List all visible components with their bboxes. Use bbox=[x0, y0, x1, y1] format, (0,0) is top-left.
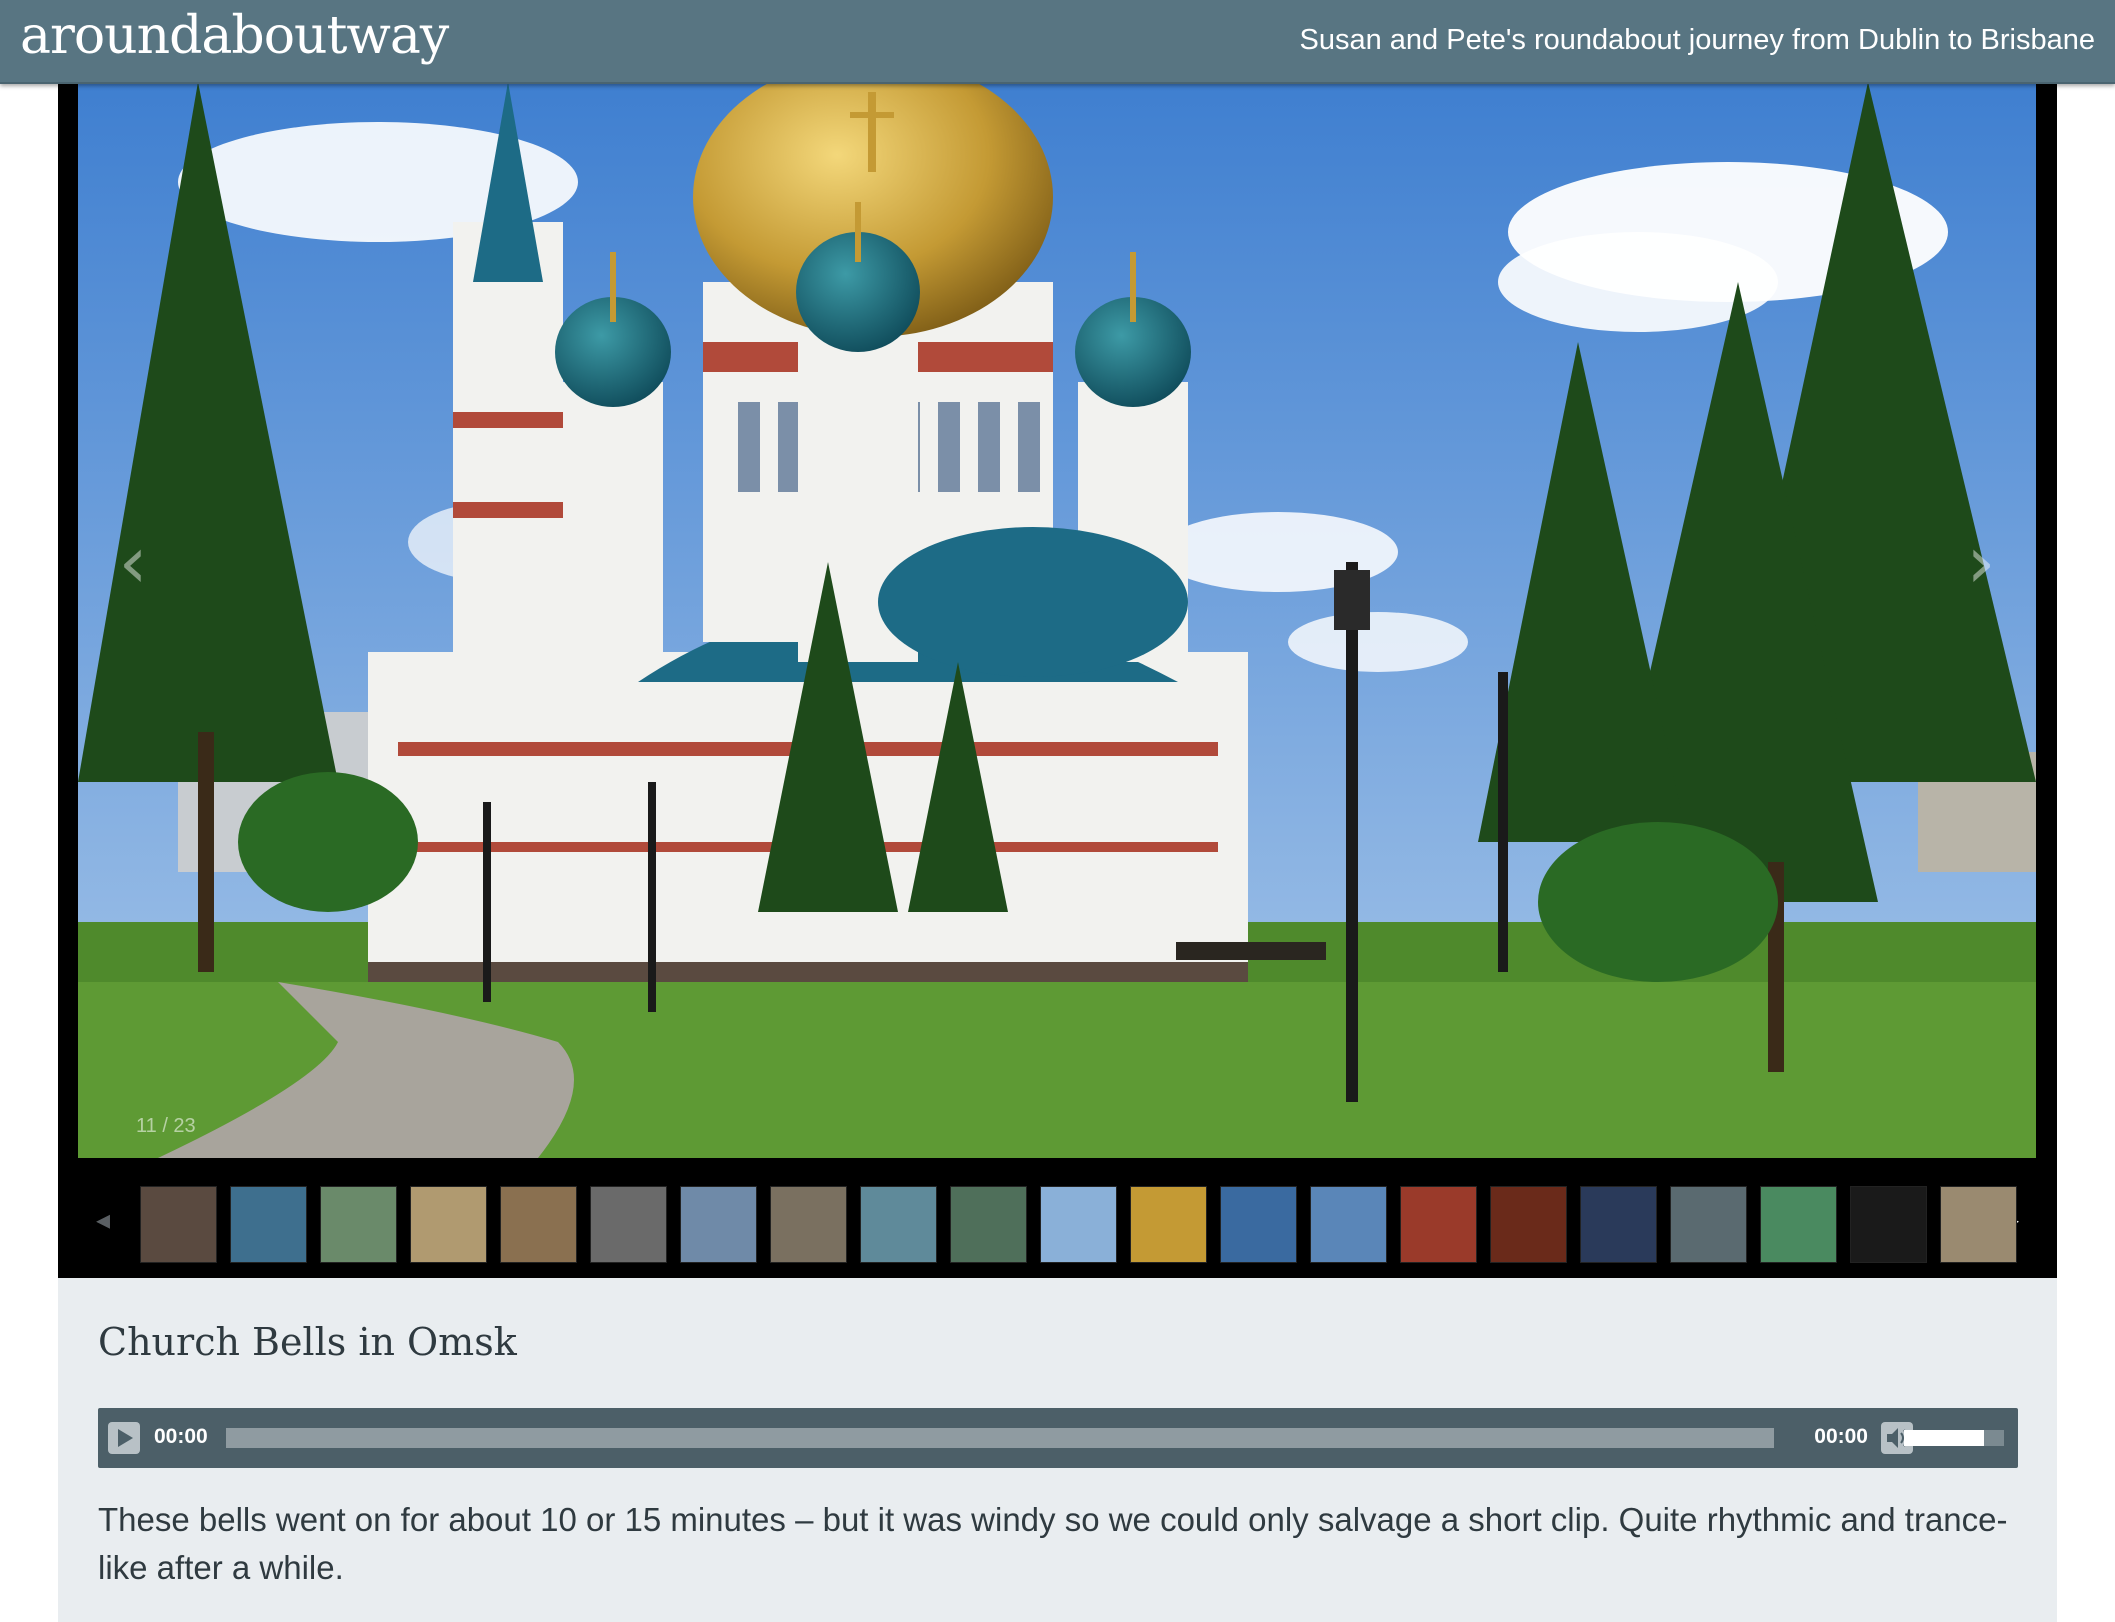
next-photo-button[interactable]: › bbox=[1956, 522, 2006, 602]
volume-level bbox=[1904, 1430, 1984, 1446]
audio-player: 00:00 00:00 bbox=[98, 1408, 2018, 1468]
thumbnail[interactable] bbox=[410, 1186, 487, 1263]
current-time: 00:00 bbox=[154, 1425, 208, 1448]
total-time: 00:00 bbox=[1814, 1425, 1868, 1448]
previous-photo-button[interactable]: ‹ bbox=[108, 522, 158, 602]
seek-bar[interactable] bbox=[226, 1428, 1774, 1448]
thumbnail[interactable] bbox=[320, 1186, 397, 1263]
post-panel: Church Bells in Omsk 00:00 00:00 These b… bbox=[58, 1278, 2057, 1622]
post-title: Church Bells in Omsk bbox=[98, 1320, 517, 1364]
thumbnail[interactable] bbox=[1220, 1186, 1297, 1263]
thumbnail[interactable] bbox=[590, 1186, 667, 1263]
thumbnail-strip: ◂ ▸ bbox=[58, 1176, 2057, 1278]
thumbnail[interactable] bbox=[1310, 1186, 1387, 1263]
thumbnail[interactable] bbox=[1580, 1186, 1657, 1263]
strip-prev-button[interactable]: ◂ bbox=[88, 1200, 118, 1240]
photo-gallery: ‹ › 11 / 23 ◂ ▸ bbox=[58, 82, 2057, 1278]
play-button[interactable] bbox=[108, 1422, 140, 1454]
thumbnail[interactable] bbox=[1040, 1186, 1117, 1263]
thumbnail[interactable] bbox=[1490, 1186, 1567, 1263]
main-photo[interactable]: ‹ › bbox=[78, 82, 2036, 1158]
thumbnail[interactable] bbox=[950, 1186, 1027, 1263]
thumbnail[interactable] bbox=[1850, 1186, 1927, 1263]
thumbnail[interactable] bbox=[1400, 1186, 1477, 1263]
thumbnail[interactable] bbox=[140, 1186, 217, 1263]
thumbnail[interactable] bbox=[770, 1186, 847, 1263]
thumbnail[interactable] bbox=[1940, 1186, 2017, 1263]
site-header: aroundaboutway Susan and Pete's roundabo… bbox=[0, 0, 2115, 84]
thumbnail[interactable] bbox=[500, 1186, 577, 1263]
post-body: These bells went on for about 10 or 15 m… bbox=[98, 1501, 2008, 1586]
thumbnail[interactable] bbox=[680, 1186, 757, 1263]
thumbnail[interactable] bbox=[1760, 1186, 1837, 1263]
cathedral-photo bbox=[78, 82, 2036, 1158]
thumbnail[interactable] bbox=[230, 1186, 307, 1263]
site-title[interactable]: aroundaboutway bbox=[20, 6, 449, 66]
thumbnail[interactable] bbox=[1670, 1186, 1747, 1263]
thumbnail[interactable] bbox=[860, 1186, 937, 1263]
volume-slider[interactable] bbox=[1904, 1430, 2004, 1446]
thumbnail[interactable] bbox=[1130, 1186, 1207, 1263]
photo-counter: 11 / 23 bbox=[136, 1115, 196, 1137]
site-tagline: Susan and Pete's roundabout journey from… bbox=[1299, 24, 2095, 56]
